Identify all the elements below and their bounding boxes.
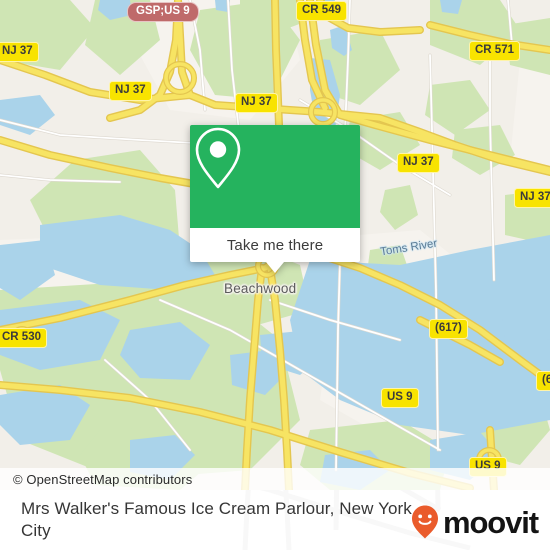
road-shield-nj37-e: NJ 37 bbox=[514, 188, 550, 208]
road-shield-617: (617) bbox=[429, 319, 468, 339]
road-shield-nj37-a: NJ 37 bbox=[0, 42, 39, 62]
road-shield-cr571: CR 571 bbox=[469, 41, 520, 61]
take-me-there-button[interactable]: Take me there bbox=[190, 228, 360, 262]
map-canvas[interactable]: Beachwood Toms River GSP;US 9 NJ 37 CR 5… bbox=[0, 0, 550, 490]
moovit-wordmark: moovit bbox=[442, 504, 539, 540]
road-shield-nj37-c: NJ 37 bbox=[235, 93, 278, 113]
road-shield-us9-a: US 9 bbox=[381, 388, 419, 408]
map-pin-icon bbox=[195, 127, 241, 189]
road-shield-cr549: CR 549 bbox=[296, 1, 347, 21]
popup-header bbox=[190, 125, 360, 228]
take-me-there-label: Take me there bbox=[226, 236, 324, 254]
road-shield-gsp-us9: GSP;US 9 bbox=[127, 2, 199, 22]
place-title: Mrs Walker's Famous Ice Cream Parlour, N… bbox=[21, 499, 412, 540]
footer-bar: Mrs Walker's Famous Ice Cream Parlour, N… bbox=[0, 490, 550, 550]
popup-pointer bbox=[266, 262, 284, 273]
map-attribution-bar: © OpenStreetMap contributors bbox=[0, 468, 550, 490]
moovit-pin-icon bbox=[411, 505, 438, 539]
road-shield-nj37-b: NJ 37 bbox=[109, 81, 152, 101]
moovit-logo: moovit bbox=[410, 504, 539, 540]
location-popup[interactable]: Take me there bbox=[190, 125, 360, 273]
road-shield-6-clipped: (6 bbox=[536, 371, 550, 391]
road-shield-nj37-d: NJ 37 bbox=[397, 153, 440, 173]
road-shield-cr530: CR 530 bbox=[0, 328, 47, 348]
screenshot-root: Beachwood Toms River GSP;US 9 NJ 37 CR 5… bbox=[0, 0, 550, 550]
osm-attribution-text: © OpenStreetMap contributors bbox=[13, 471, 193, 487]
